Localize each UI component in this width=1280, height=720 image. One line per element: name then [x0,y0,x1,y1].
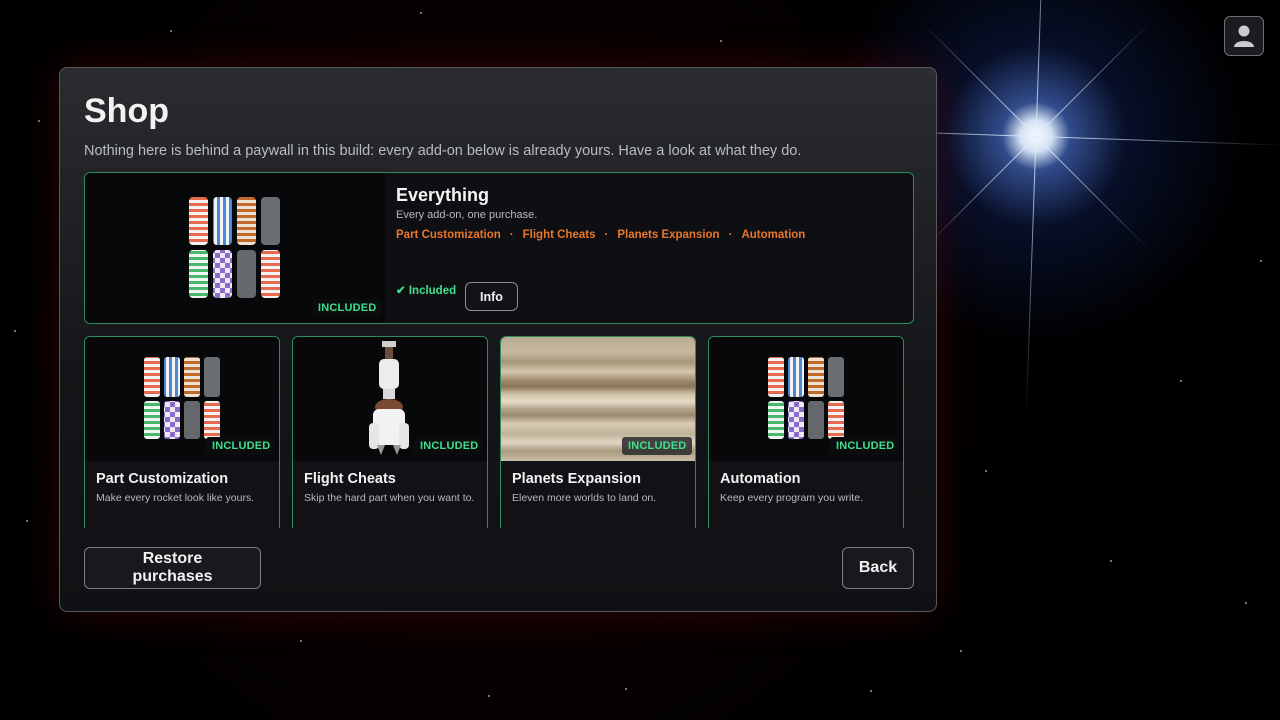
page-subtitle: Nothing here is behind a paywall in this… [84,143,802,159]
included-badge: INCLUDED [830,437,901,455]
bundle-tag: Flight Cheats [522,229,596,241]
checkmark-icon: ✔ [396,285,406,297]
addon-name: Part Customization [96,471,229,487]
addon-card-list: INCLUDED Part Customization Make every r… [84,336,904,528]
bundle-name: Everything [396,185,490,205]
addon-card-planets-expansion[interactable]: INCLUDED Planets Expansion Eleven more w… [500,336,696,528]
addon-name: Planets Expansion [512,471,641,487]
info-button[interactable]: Info [465,282,518,311]
included-badge: INCLUDED [622,437,693,455]
addon-description: Make every rocket look like yours. [96,492,255,504]
addon-name: Flight Cheats [304,471,396,487]
page-title: Shop [84,92,169,130]
bundle-tag: Part Customization [396,229,501,241]
addon-card-automation[interactable]: INCLUDED Automation Keep every program y… [708,336,904,528]
bundle-tag: Planets Expansion [617,229,720,241]
included-badge: INCLUDED [312,299,383,317]
bundle-contents: Part Customization · Flight Cheats · Planets… [396,229,806,241]
shop-panel: Shop Nothing here is behind a paywall in… [59,67,937,612]
featured-bundle-card[interactable]: INCLUDED Everything Every add-on, one pu… [84,172,914,324]
addon-name: Automation [720,471,801,487]
user-icon [1234,25,1254,47]
addon-description: Eleven more worlds to land on. [512,492,657,504]
restore-purchases-button[interactable]: Restore purchases [84,547,261,589]
addon-card-flight-cheats[interactable]: INCLUDED Flight Cheats Skip the hard par… [292,336,488,528]
included-badge: INCLUDED [414,437,485,455]
back-button[interactable]: Back [842,547,914,589]
addon-description: Skip the hard part when you want to. [304,492,475,504]
addon-description: Keep every program you write. [720,492,863,504]
profile-button[interactable] [1224,16,1264,56]
bundle-description: Every add-on, one purchase. [396,209,538,221]
included-badge: INCLUDED [206,437,277,455]
addon-card-part-customization[interactable]: INCLUDED Part Customization Make every r… [84,336,280,528]
included-status: ✔ Included [396,285,457,297]
bundle-tag: Automation [741,229,806,241]
